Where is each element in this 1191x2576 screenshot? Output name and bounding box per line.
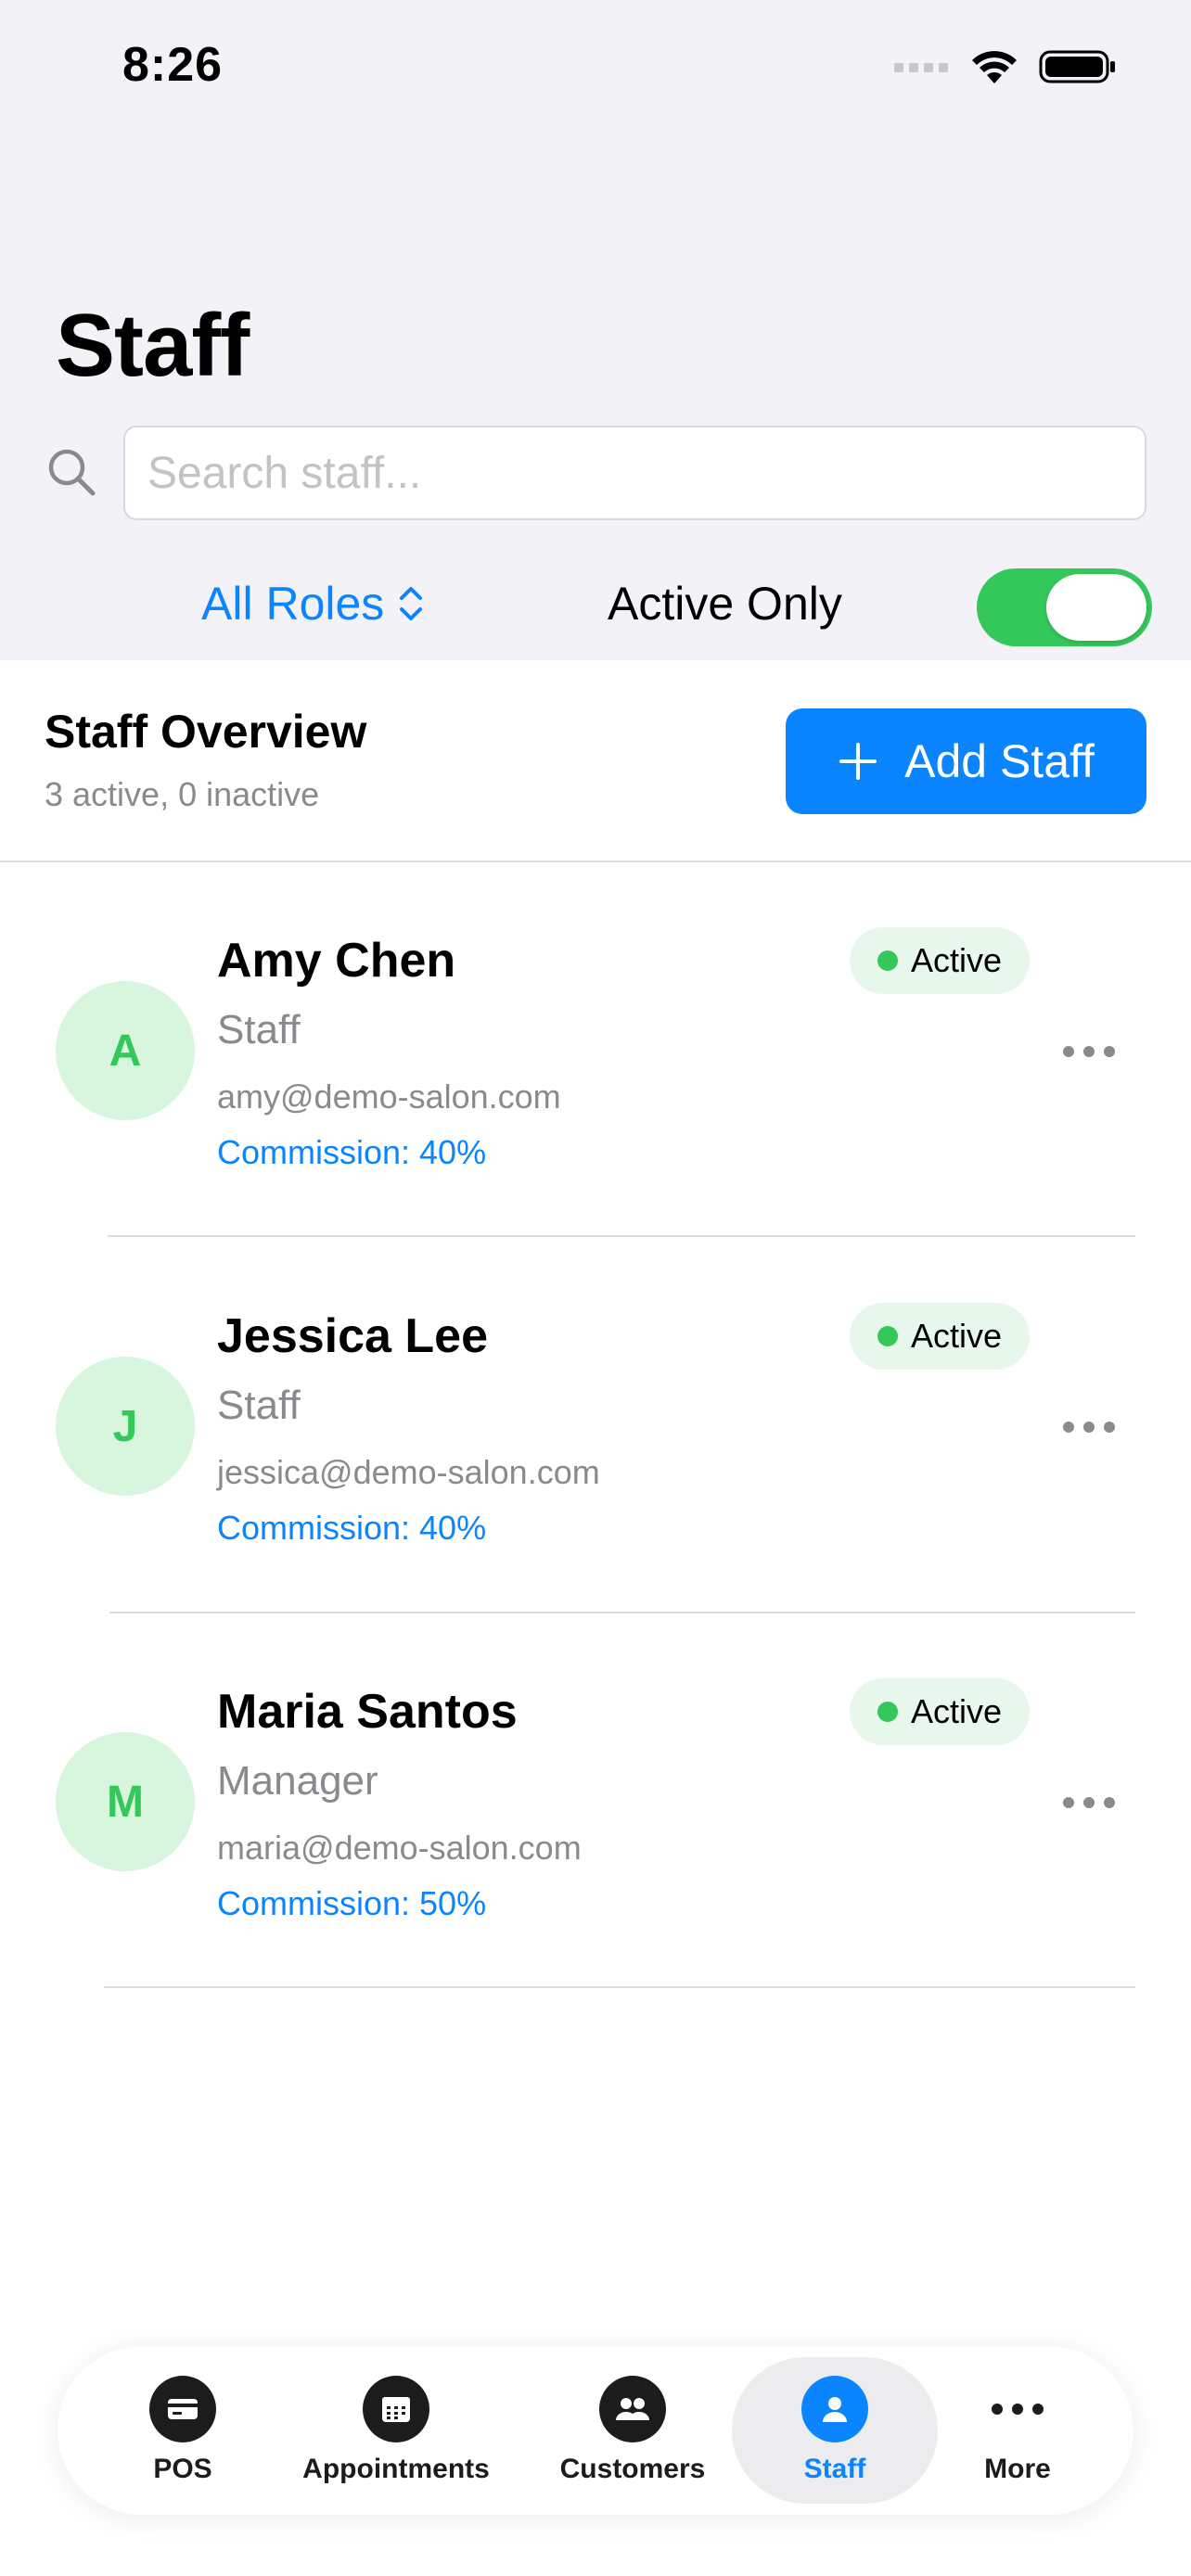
ellipsis-icon-dot [1104, 1046, 1115, 1057]
wifi-icon [972, 51, 1017, 83]
staff-row[interactable]: M Maria Santos Manager maria@demo-salon.… [0, 1613, 1191, 1989]
tab-label: More [984, 2454, 1051, 2484]
ellipsis-icon-dot [1063, 1422, 1074, 1433]
ellipsis-icon [984, 2376, 1051, 2442]
staff-commission: Commission: 40% [217, 1509, 487, 1547]
tab-label: Customers [559, 2454, 706, 2484]
tab-staff[interactable]: Staff [742, 2346, 928, 2515]
tab-pos[interactable]: POS [113, 2346, 252, 2515]
status-dot [877, 1326, 898, 1346]
tab-label: POS [153, 2454, 212, 2484]
plus-icon [839, 743, 877, 780]
staff-role: Manager [217, 1758, 378, 1804]
staff-row[interactable]: A Amy Chen Staff amy@demo-salon.com Comm… [0, 862, 1191, 1238]
staff-name: Maria Santos [217, 1685, 518, 1739]
active-only-label: Active Only [608, 578, 842, 630]
add-staff-button[interactable]: Add Staff [786, 708, 1146, 814]
cellular-signal-icon [894, 63, 948, 72]
status-label: Active [910, 1692, 1003, 1730]
ellipsis-icon-dot [1063, 1046, 1074, 1057]
people-icon [599, 2376, 666, 2442]
ellipsis-icon-dot [1104, 1797, 1115, 1808]
ellipsis-icon-dot [1083, 1422, 1095, 1433]
search-icon [48, 449, 96, 496]
tab-bar: POS Appointments Customers Staff More [58, 2346, 1133, 2515]
ellipsis-icon-dot [1063, 1797, 1074, 1808]
chevron-up-down-icon [400, 587, 423, 620]
person-icon [801, 2376, 868, 2442]
tab-more[interactable]: More [948, 2346, 1087, 2515]
roles-filter-label: All Roles [201, 578, 385, 630]
card-icon [149, 2376, 216, 2442]
status-label: Active [910, 941, 1003, 979]
status-dot [877, 950, 898, 971]
row-divider [104, 1986, 1135, 1988]
add-staff-label: Add Staff [904, 735, 1095, 787]
tab-label: Appointments [302, 2454, 490, 2484]
staff-name: Amy Chen [217, 934, 456, 988]
overview-title: Staff Overview [45, 706, 367, 758]
tab-customers[interactable]: Customers [540, 2346, 725, 2515]
staff-email: jessica@demo-salon.com [217, 1453, 600, 1491]
battery-icon [1039, 50, 1115, 83]
staff-role: Staff [217, 1007, 301, 1052]
staff-commission: Commission: 50% [217, 1884, 487, 1922]
more-options-button[interactable] [1063, 1422, 1115, 1433]
ellipsis-icon-dot [1104, 1422, 1115, 1433]
staff-role: Staff [217, 1383, 301, 1428]
avatar: J [56, 1357, 195, 1496]
status-time: 8:26 [122, 38, 224, 92]
more-options-button[interactable] [1063, 1046, 1115, 1057]
status-badge: Active [850, 927, 1030, 994]
status-badge: Active [850, 1303, 1030, 1370]
status-label: Active [910, 1317, 1003, 1355]
roles-filter-select[interactable]: All Roles [201, 577, 425, 631]
staff-email: maria@demo-salon.com [217, 1829, 582, 1867]
calendar-icon [363, 2376, 429, 2442]
search-input[interactable] [123, 426, 1146, 520]
active-only-toggle[interactable] [977, 568, 1152, 646]
status-dot [877, 1702, 898, 1722]
row-divider [108, 1235, 1135, 1237]
page-title: Staff [56, 296, 250, 395]
status-icons [894, 48, 1117, 85]
toggle-knob [1046, 574, 1146, 641]
staff-name: Jessica Lee [217, 1309, 489, 1363]
ellipsis-icon-dot [1083, 1046, 1095, 1057]
overview-summary: 3 active, 0 inactive [45, 775, 320, 813]
avatar: A [56, 981, 195, 1120]
status-badge: Active [850, 1678, 1030, 1745]
ellipsis-icon-dot [1083, 1797, 1095, 1808]
tab-appointments[interactable]: Appointments [289, 2346, 503, 2515]
tab-label: Staff [803, 2454, 866, 2484]
avatar: M [56, 1732, 195, 1871]
more-options-button[interactable] [1063, 1797, 1115, 1808]
staff-row[interactable]: J Jessica Lee Staff jessica@demo-salon.c… [0, 1238, 1191, 1613]
staff-email: amy@demo-salon.com [217, 1078, 561, 1116]
staff-commission: Commission: 40% [217, 1133, 487, 1171]
